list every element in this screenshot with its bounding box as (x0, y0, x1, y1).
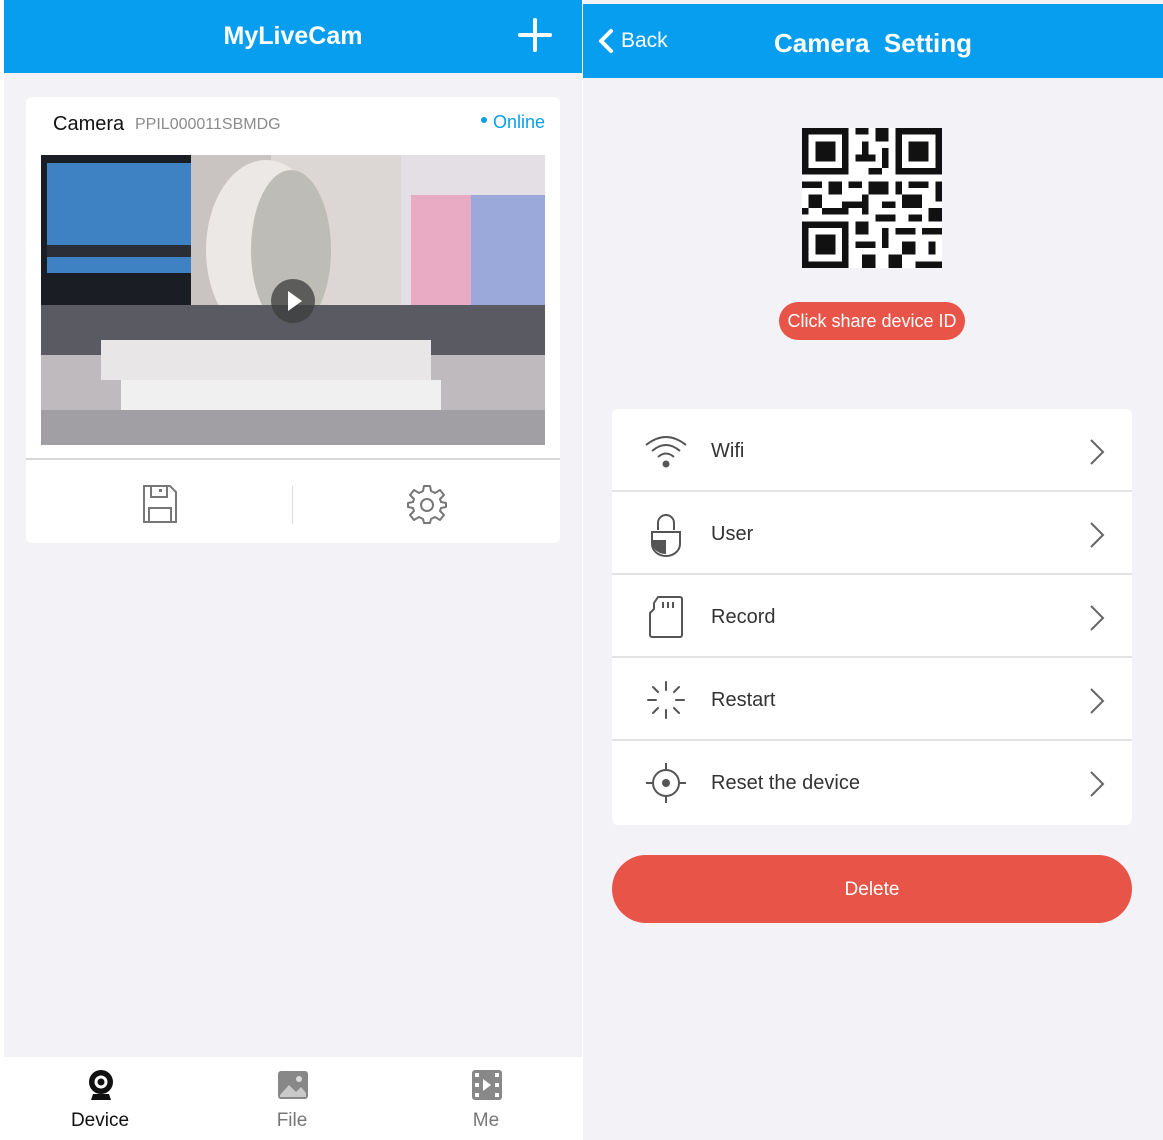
play-button[interactable] (271, 279, 315, 323)
menu-item-user[interactable]: User (612, 492, 1132, 575)
status-text: Online (492, 112, 545, 132)
device-screen: MyLiveCam Camera PPIL000011SBMDG Online (4, 0, 582, 1140)
sd-card-icon (649, 596, 683, 638)
camera-setting-screen: Back Camera Setting Click share device I… (583, 0, 1163, 1140)
gear-icon (406, 485, 447, 524)
settings-header: Back Camera Setting (583, 4, 1163, 78)
menu-item-label: Reset the device (711, 772, 860, 794)
camera-settings-button[interactable] (293, 474, 560, 534)
nav-file-label: File (276, 1110, 308, 1131)
add-device-button[interactable] (518, 18, 552, 52)
lock-icon (651, 514, 681, 557)
chevron-right-icon (1090, 771, 1105, 797)
chevron-right-icon (1090, 605, 1105, 631)
status-dot (480, 117, 487, 124)
camera-status: Online (480, 112, 545, 133)
settings-title: Camera Setting (774, 28, 972, 58)
camera-id: PPIL000011SBMDG (135, 116, 281, 133)
camera-name: Camera (53, 113, 125, 135)
qr-code-icon (802, 128, 942, 268)
menu-item-label: Record (711, 606, 776, 628)
share-device-id-button[interactable]: Click share device ID (779, 302, 965, 340)
menu-item-label: Wifi (711, 440, 745, 462)
film-icon (472, 1070, 502, 1100)
nav-me-label: Me (472, 1110, 500, 1131)
card-divider (26, 458, 560, 460)
menu-item-label: User (711, 523, 754, 545)
camera-card[interactable]: Camera PPIL000011SBMDG Online (26, 97, 560, 543)
chevron-right-icon (1090, 522, 1105, 548)
menu-item-label: Restart (711, 689, 776, 711)
nav-file[interactable]: File (196, 1057, 388, 1140)
menu-item-reset-device[interactable]: Reset the device (612, 741, 1132, 824)
settings-menu: Wifi User Record Restart Reset the devic… (612, 409, 1132, 825)
menu-item-record[interactable]: Record (612, 575, 1132, 658)
app-title: MyLiveCam (223, 22, 363, 50)
bottom-nav: Device File Me (4, 1057, 582, 1140)
image-icon (278, 1071, 308, 1099)
webcam-icon (89, 1070, 113, 1100)
menu-item-restart[interactable]: Restart (612, 658, 1132, 741)
floppy-disk-icon (142, 485, 177, 523)
wifi-icon (645, 436, 687, 468)
chevron-right-icon (1090, 439, 1105, 465)
device-header: MyLiveCam (4, 0, 582, 73)
chevron-right-icon (1090, 688, 1105, 714)
nav-device[interactable]: Device (4, 1057, 196, 1140)
camera-preview[interactable] (41, 155, 545, 445)
target-icon (646, 763, 686, 803)
save-recordings-button[interactable] (26, 474, 293, 534)
nav-device-label: Device (70, 1110, 130, 1131)
menu-item-wifi[interactable]: Wifi (612, 409, 1132, 492)
loading-spinner-icon (647, 681, 685, 719)
nav-me[interactable]: Me (390, 1057, 582, 1140)
delete-button[interactable]: Delete (612, 855, 1132, 923)
